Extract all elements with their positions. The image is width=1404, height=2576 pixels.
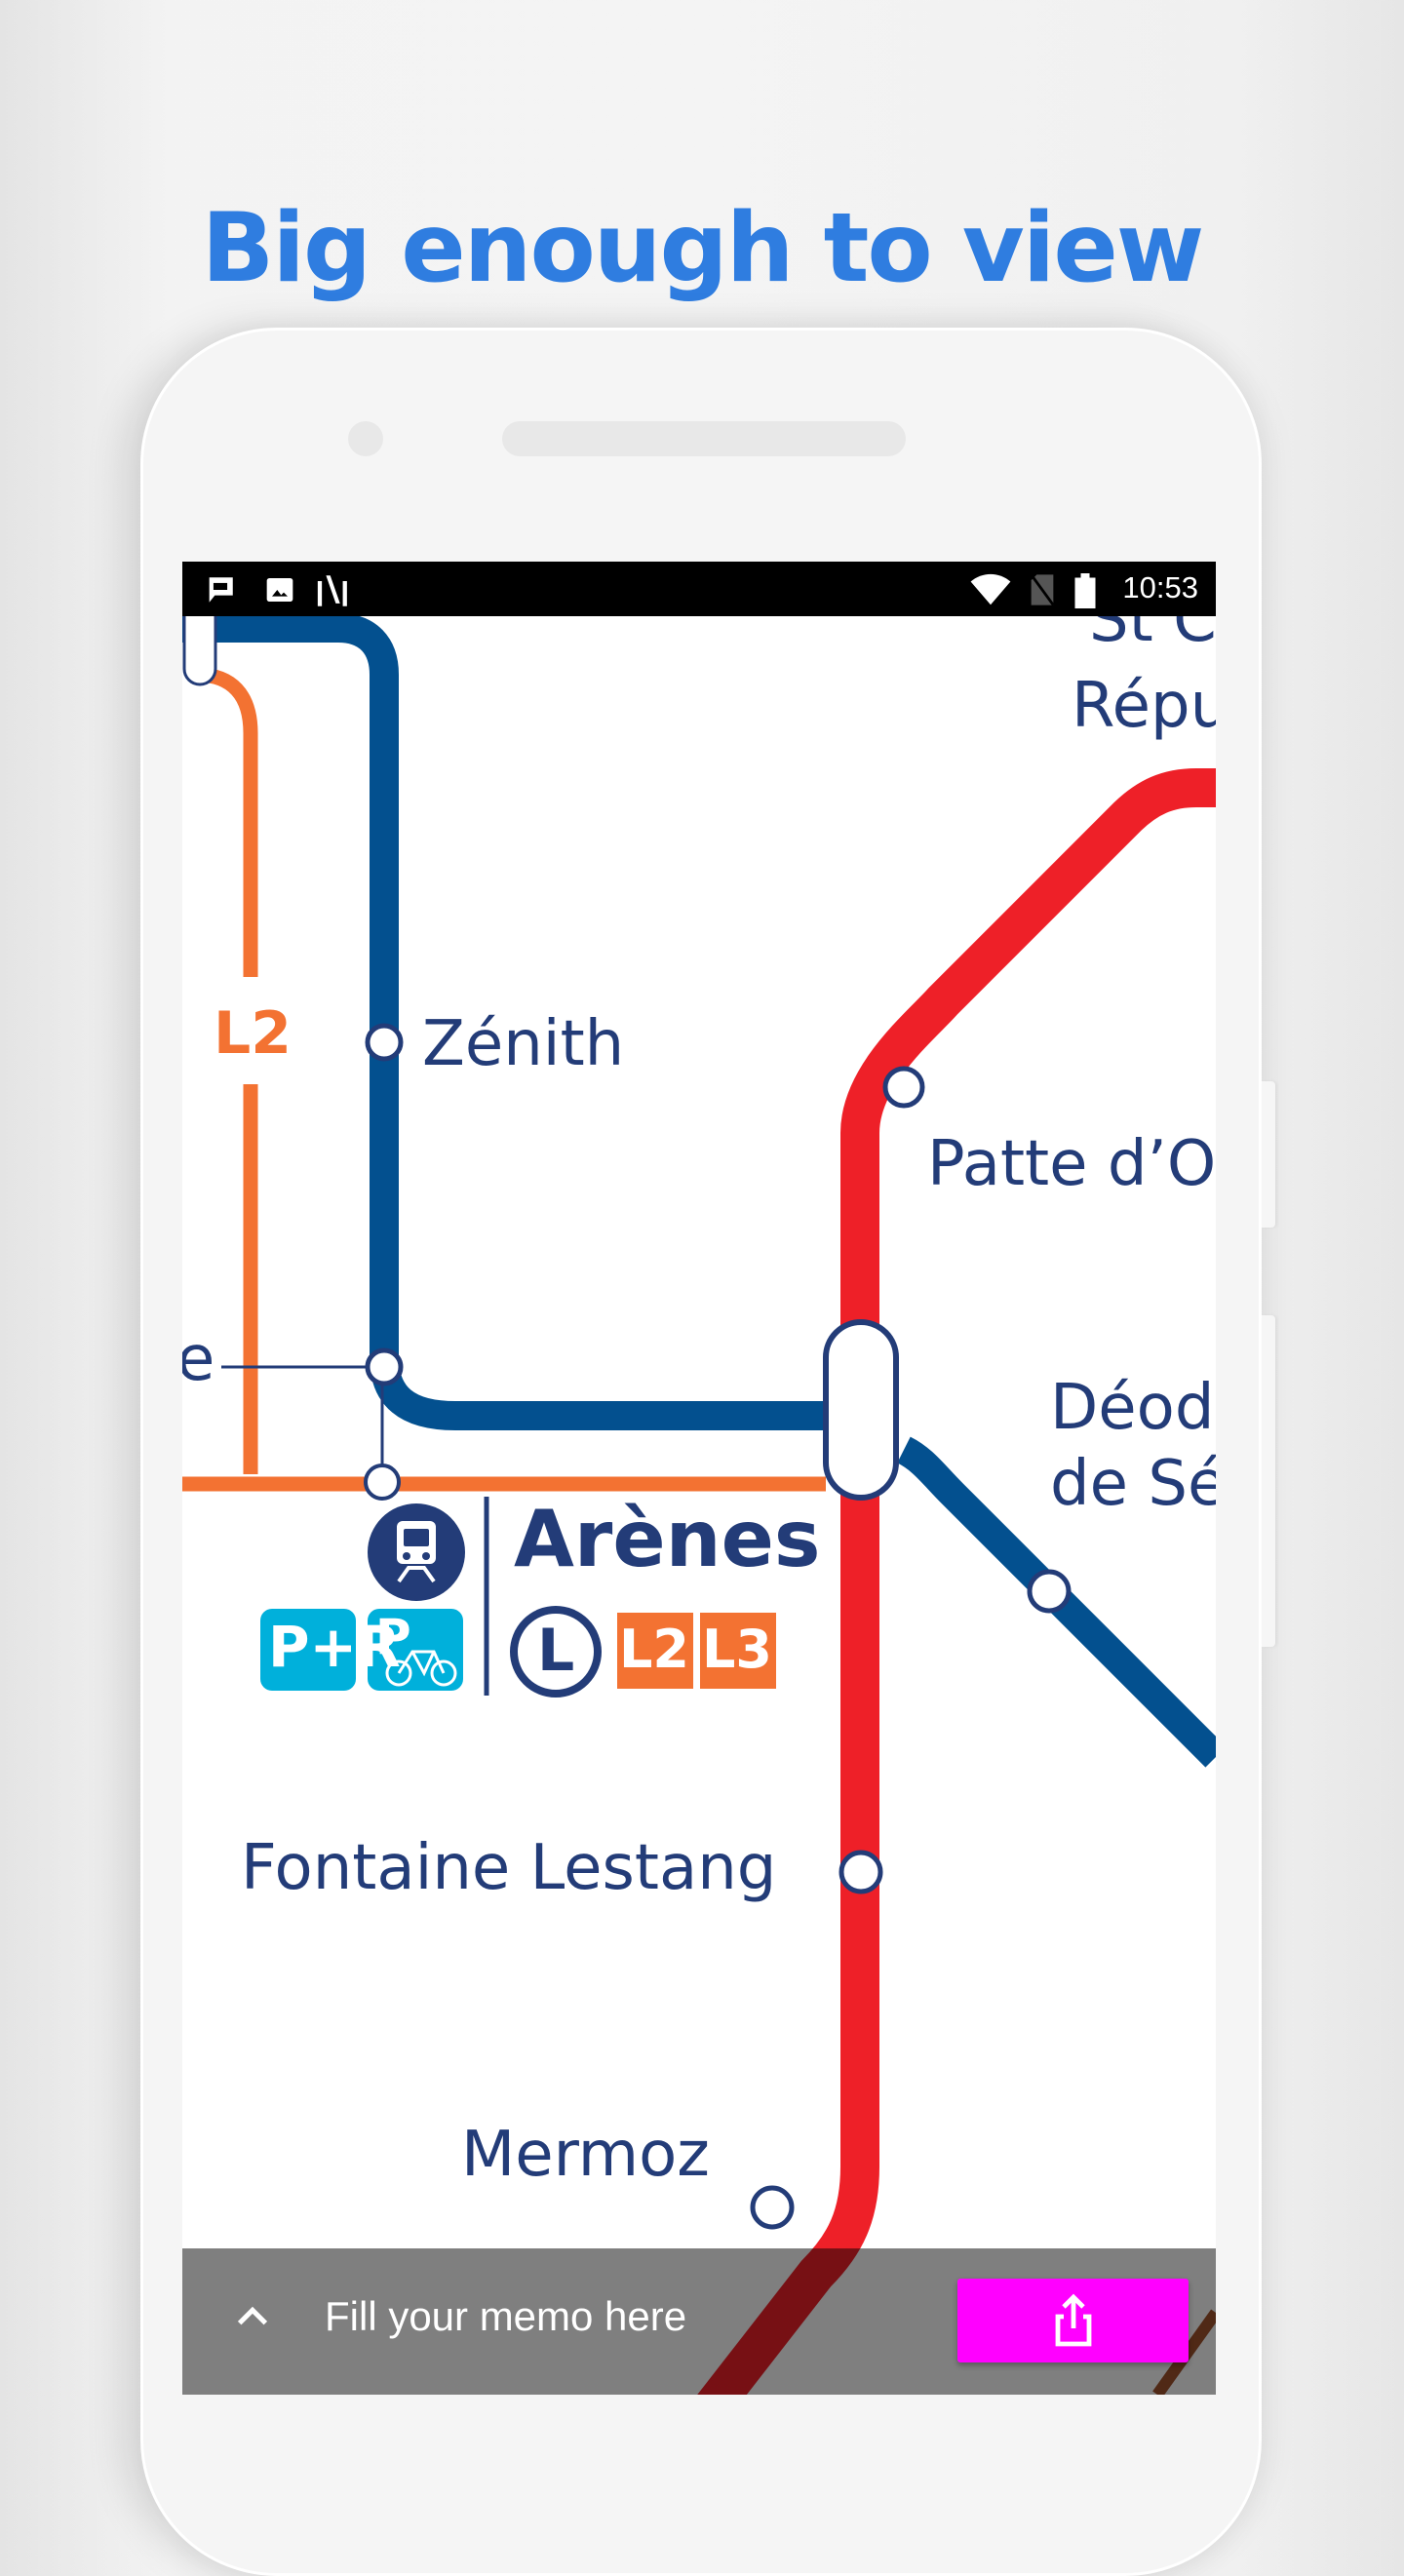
tram-l3-badge-text: L3 — [702, 1619, 772, 1680]
station-label-arenes: Arènes — [514, 1494, 821, 1584]
station-label-mermoz: Mermoz — [461, 2119, 710, 2191]
train-window — [404, 1529, 429, 1546]
train-light-left — [403, 1552, 410, 1560]
front-camera — [348, 421, 383, 456]
status-bar: 10:53 — [182, 562, 1216, 616]
status-time: 10:53 — [1122, 570, 1198, 605]
station-node-deodat[interactable] — [1027, 1569, 1072, 1614]
metro-line-red — [697, 768, 1216, 2395]
train-light-right — [422, 1552, 430, 1560]
station-label-republique: Répu — [1072, 670, 1216, 742]
station-label-patte-doie: Patte d’O — [927, 1128, 1216, 1200]
metro-line-badge-text: L — [537, 1617, 575, 1685]
battery-icon — [1074, 573, 1096, 608]
chat-notification-icon — [208, 577, 233, 603]
station-node-top-left[interactable] — [182, 616, 217, 686]
station-label-partial: e — [182, 1323, 215, 1395]
volume-up-button — [1262, 1081, 1275, 1228]
station-node-fontaine-lestang[interactable] — [838, 1850, 883, 1894]
bike-parking-badge-text: P — [375, 1609, 411, 1665]
app-notification-icon — [317, 575, 347, 606]
headline: Big enough to view — [201, 193, 1205, 304]
station-label-zenith: Zénith — [422, 1008, 625, 1080]
image-notification-icon — [266, 578, 293, 602]
earpiece-speaker — [502, 421, 906, 456]
station-node-zenith[interactable] — [365, 1023, 404, 1062]
chevron-up-icon[interactable] — [233, 2297, 272, 2336]
station-label-deodat-1: Déod — [1050, 1372, 1215, 1444]
transit-map[interactable]: St C Répu Zénith Patte d’O Déod de Sé e … — [182, 589, 1216, 2395]
memo-input[interactable]: Fill your memo here — [325, 2293, 686, 2340]
station-node-left-interchange[interactable] — [365, 1347, 404, 1386]
station-node-arenes[interactable] — [823, 1319, 899, 1501]
no-sim-icon — [1030, 573, 1055, 606]
memo-bar: Fill your memo here — [182, 2248, 1216, 2395]
wifi-icon — [970, 573, 1011, 605]
share-icon — [1055, 2293, 1091, 2347]
app-screen: 10:53 St C Répu Zénith Patte d’O Déod de… — [182, 562, 1216, 2395]
share-button[interactable] — [957, 2279, 1189, 2362]
station-node-patte-doie[interactable] — [882, 1066, 925, 1109]
station-node-mermoz[interactable] — [750, 2185, 795, 2230]
station-label-fontaine-lestang: Fontaine Lestang — [241, 1832, 777, 1904]
station-label-deodat-2: de Sé — [1050, 1448, 1216, 1520]
power-button — [1262, 1315, 1275, 1647]
station-node-tram[interactable] — [364, 1464, 401, 1501]
tram-l2-badge-text: L2 — [619, 1619, 689, 1680]
tram-line-l2-label: L2 — [214, 999, 292, 1068]
